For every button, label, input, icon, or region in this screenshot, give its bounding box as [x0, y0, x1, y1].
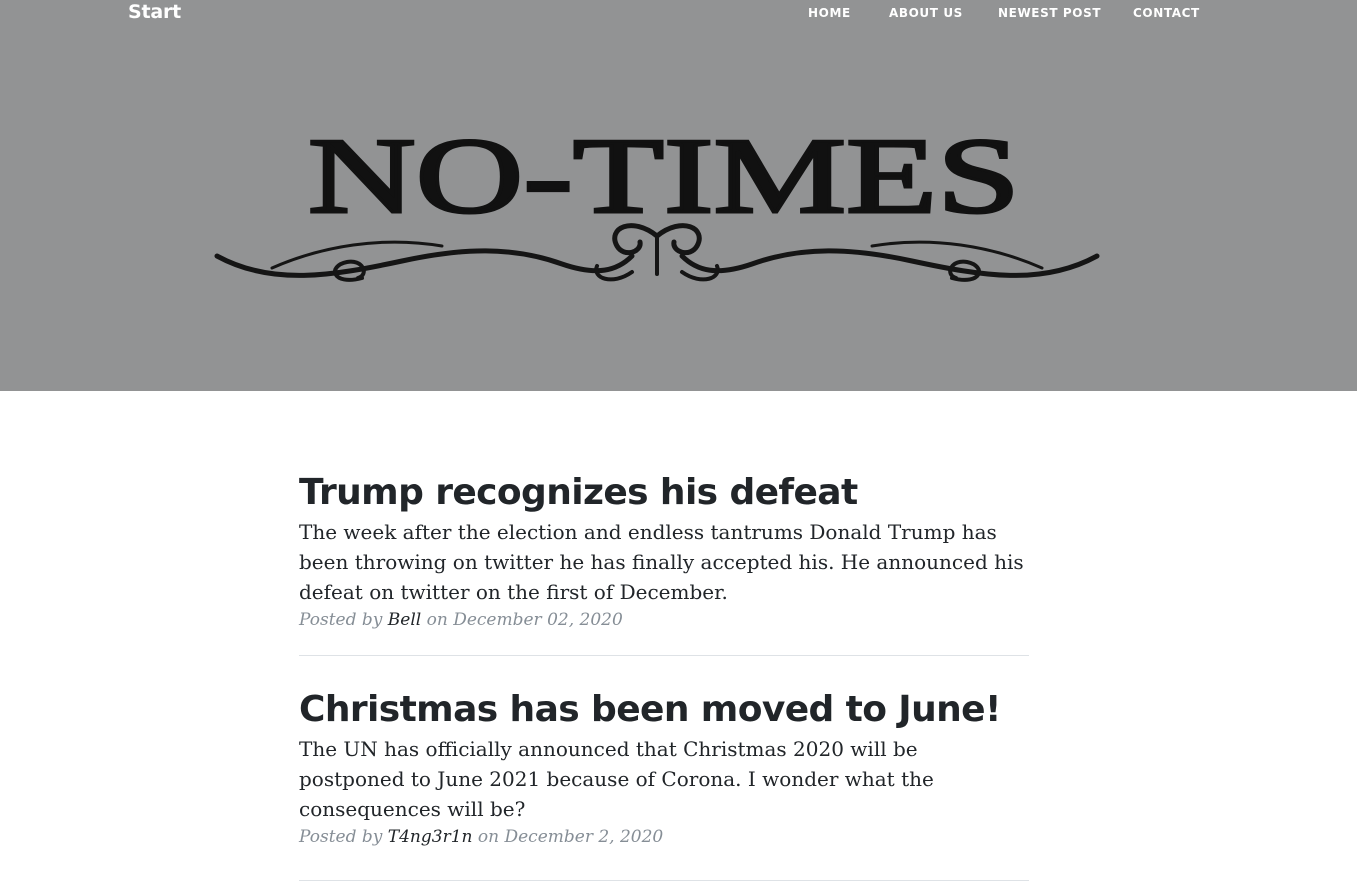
nav-home-link[interactable]: HOME — [808, 6, 851, 20]
post-title[interactable]: Christmas has been moved to June! — [299, 688, 1029, 732]
meta-prefix: Posted by — [299, 610, 383, 630]
brand-link[interactable]: Start — [128, 1, 181, 23]
logo-text: NO-TIMES — [308, 120, 1020, 220]
meta-date: on December 2, 2020 — [477, 827, 664, 847]
logo-wordmark: NO-TIMES — [307, 120, 1022, 220]
nav-newest-post-link[interactable]: NEWEST POST — [998, 6, 1101, 20]
meta-prefix: Posted by — [299, 827, 383, 847]
nav-contact-link[interactable]: CONTACT — [1133, 6, 1200, 20]
author-link[interactable]: Bell — [388, 610, 421, 630]
ornament-swirl-icon — [214, 223, 1100, 282]
post-list: Trump recognizes his defeat The week aft… — [299, 391, 1029, 881]
meta-date: on December 02, 2020 — [426, 610, 623, 630]
site-logo: NO-TIMES — [212, 120, 1102, 300]
navbar: Start HOME ABOUT US NEWEST POST CONTACT — [0, 0, 1357, 28]
post-preview: Trump recognizes his defeat The week aft… — [299, 391, 1029, 655]
nav-about-link[interactable]: ABOUT US — [889, 6, 963, 20]
post-title[interactable]: Trump recognizes his defeat — [299, 471, 1029, 515]
post-link[interactable]: Christmas has been moved to June! The UN… — [299, 688, 1029, 824]
post-subtitle[interactable]: The UN has officially announced that Chr… — [299, 734, 1029, 824]
post-preview: Christmas has been moved to June! The UN… — [299, 656, 1029, 880]
author-link[interactable]: T4ng3r1n — [388, 827, 473, 847]
post-meta: Posted by T4ng3r1n on December 2, 2020 — [299, 824, 1029, 850]
post-subtitle[interactable]: The week after the election and endless … — [299, 517, 1029, 607]
masthead: Start HOME ABOUT US NEWEST POST CONTACT … — [0, 0, 1357, 391]
post-link[interactable]: Trump recognizes his defeat The week aft… — [299, 471, 1029, 607]
post-meta: Posted by Bell on December 02, 2020 — [299, 607, 1029, 633]
